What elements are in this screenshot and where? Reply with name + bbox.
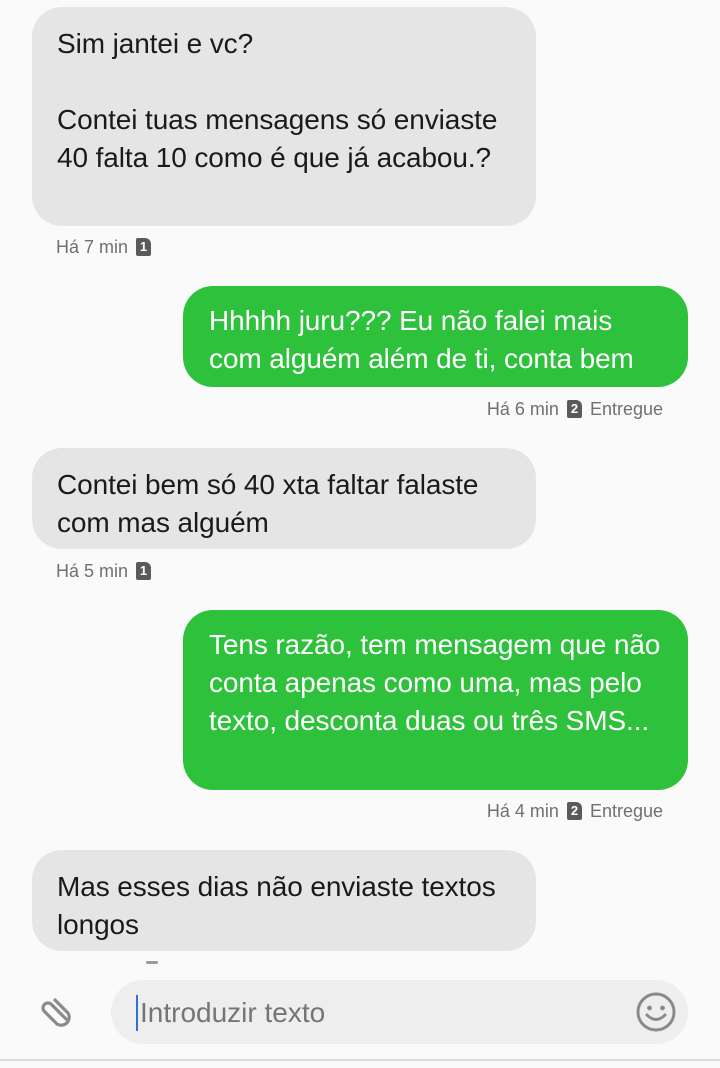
sim-1-icon: 1 bbox=[136, 238, 152, 256]
scroll-indicator bbox=[146, 961, 158, 964]
paperclip-icon[interactable] bbox=[34, 990, 78, 1034]
outgoing-message-bubble[interactable]: Hhhhh juru??? Eu não falei mais com algu… bbox=[183, 286, 688, 387]
message-meta: Há 6 min 2 Entregue bbox=[487, 397, 663, 421]
incoming-message-bubble[interactable]: Contei bem só 40 xta faltar falaste com … bbox=[32, 448, 536, 549]
incoming-message-bubble[interactable]: Mas esses dias não enviaste textos longo… bbox=[32, 850, 536, 951]
incoming-message-bubble[interactable]: Sim jantei e vc? Contei tuas mensagens s… bbox=[32, 7, 536, 226]
delivery-status: Entregue bbox=[589, 399, 663, 419]
message-meta: Há 4 min 2 Entregue bbox=[487, 799, 663, 823]
message-timestamp: Há 4 min bbox=[486, 801, 559, 821]
message-meta: Há 7 min 1 bbox=[56, 235, 152, 259]
smiley-icon[interactable] bbox=[634, 990, 678, 1034]
message-timestamp: Há 6 min bbox=[486, 399, 559, 419]
delivery-status: Entregue bbox=[589, 801, 663, 821]
message-meta: Há 5 min 1 bbox=[56, 559, 152, 583]
message-timestamp: Há 7 min bbox=[56, 237, 129, 257]
text-cursor bbox=[136, 995, 138, 1031]
message-thread[interactable]: Sim jantei e vc? Contei tuas mensagens s… bbox=[0, 0, 720, 965]
sim-2-icon: 2 bbox=[566, 400, 582, 418]
sim-1-icon: 1 bbox=[136, 562, 152, 580]
outgoing-message-bubble[interactable]: Tens razão, tem mensagem que não conta a… bbox=[183, 610, 688, 790]
message-timestamp: Há 5 min bbox=[56, 561, 129, 581]
bottom-divider bbox=[0, 1059, 720, 1061]
sim-2-icon: 2 bbox=[566, 802, 582, 820]
message-input[interactable] bbox=[140, 994, 610, 1032]
